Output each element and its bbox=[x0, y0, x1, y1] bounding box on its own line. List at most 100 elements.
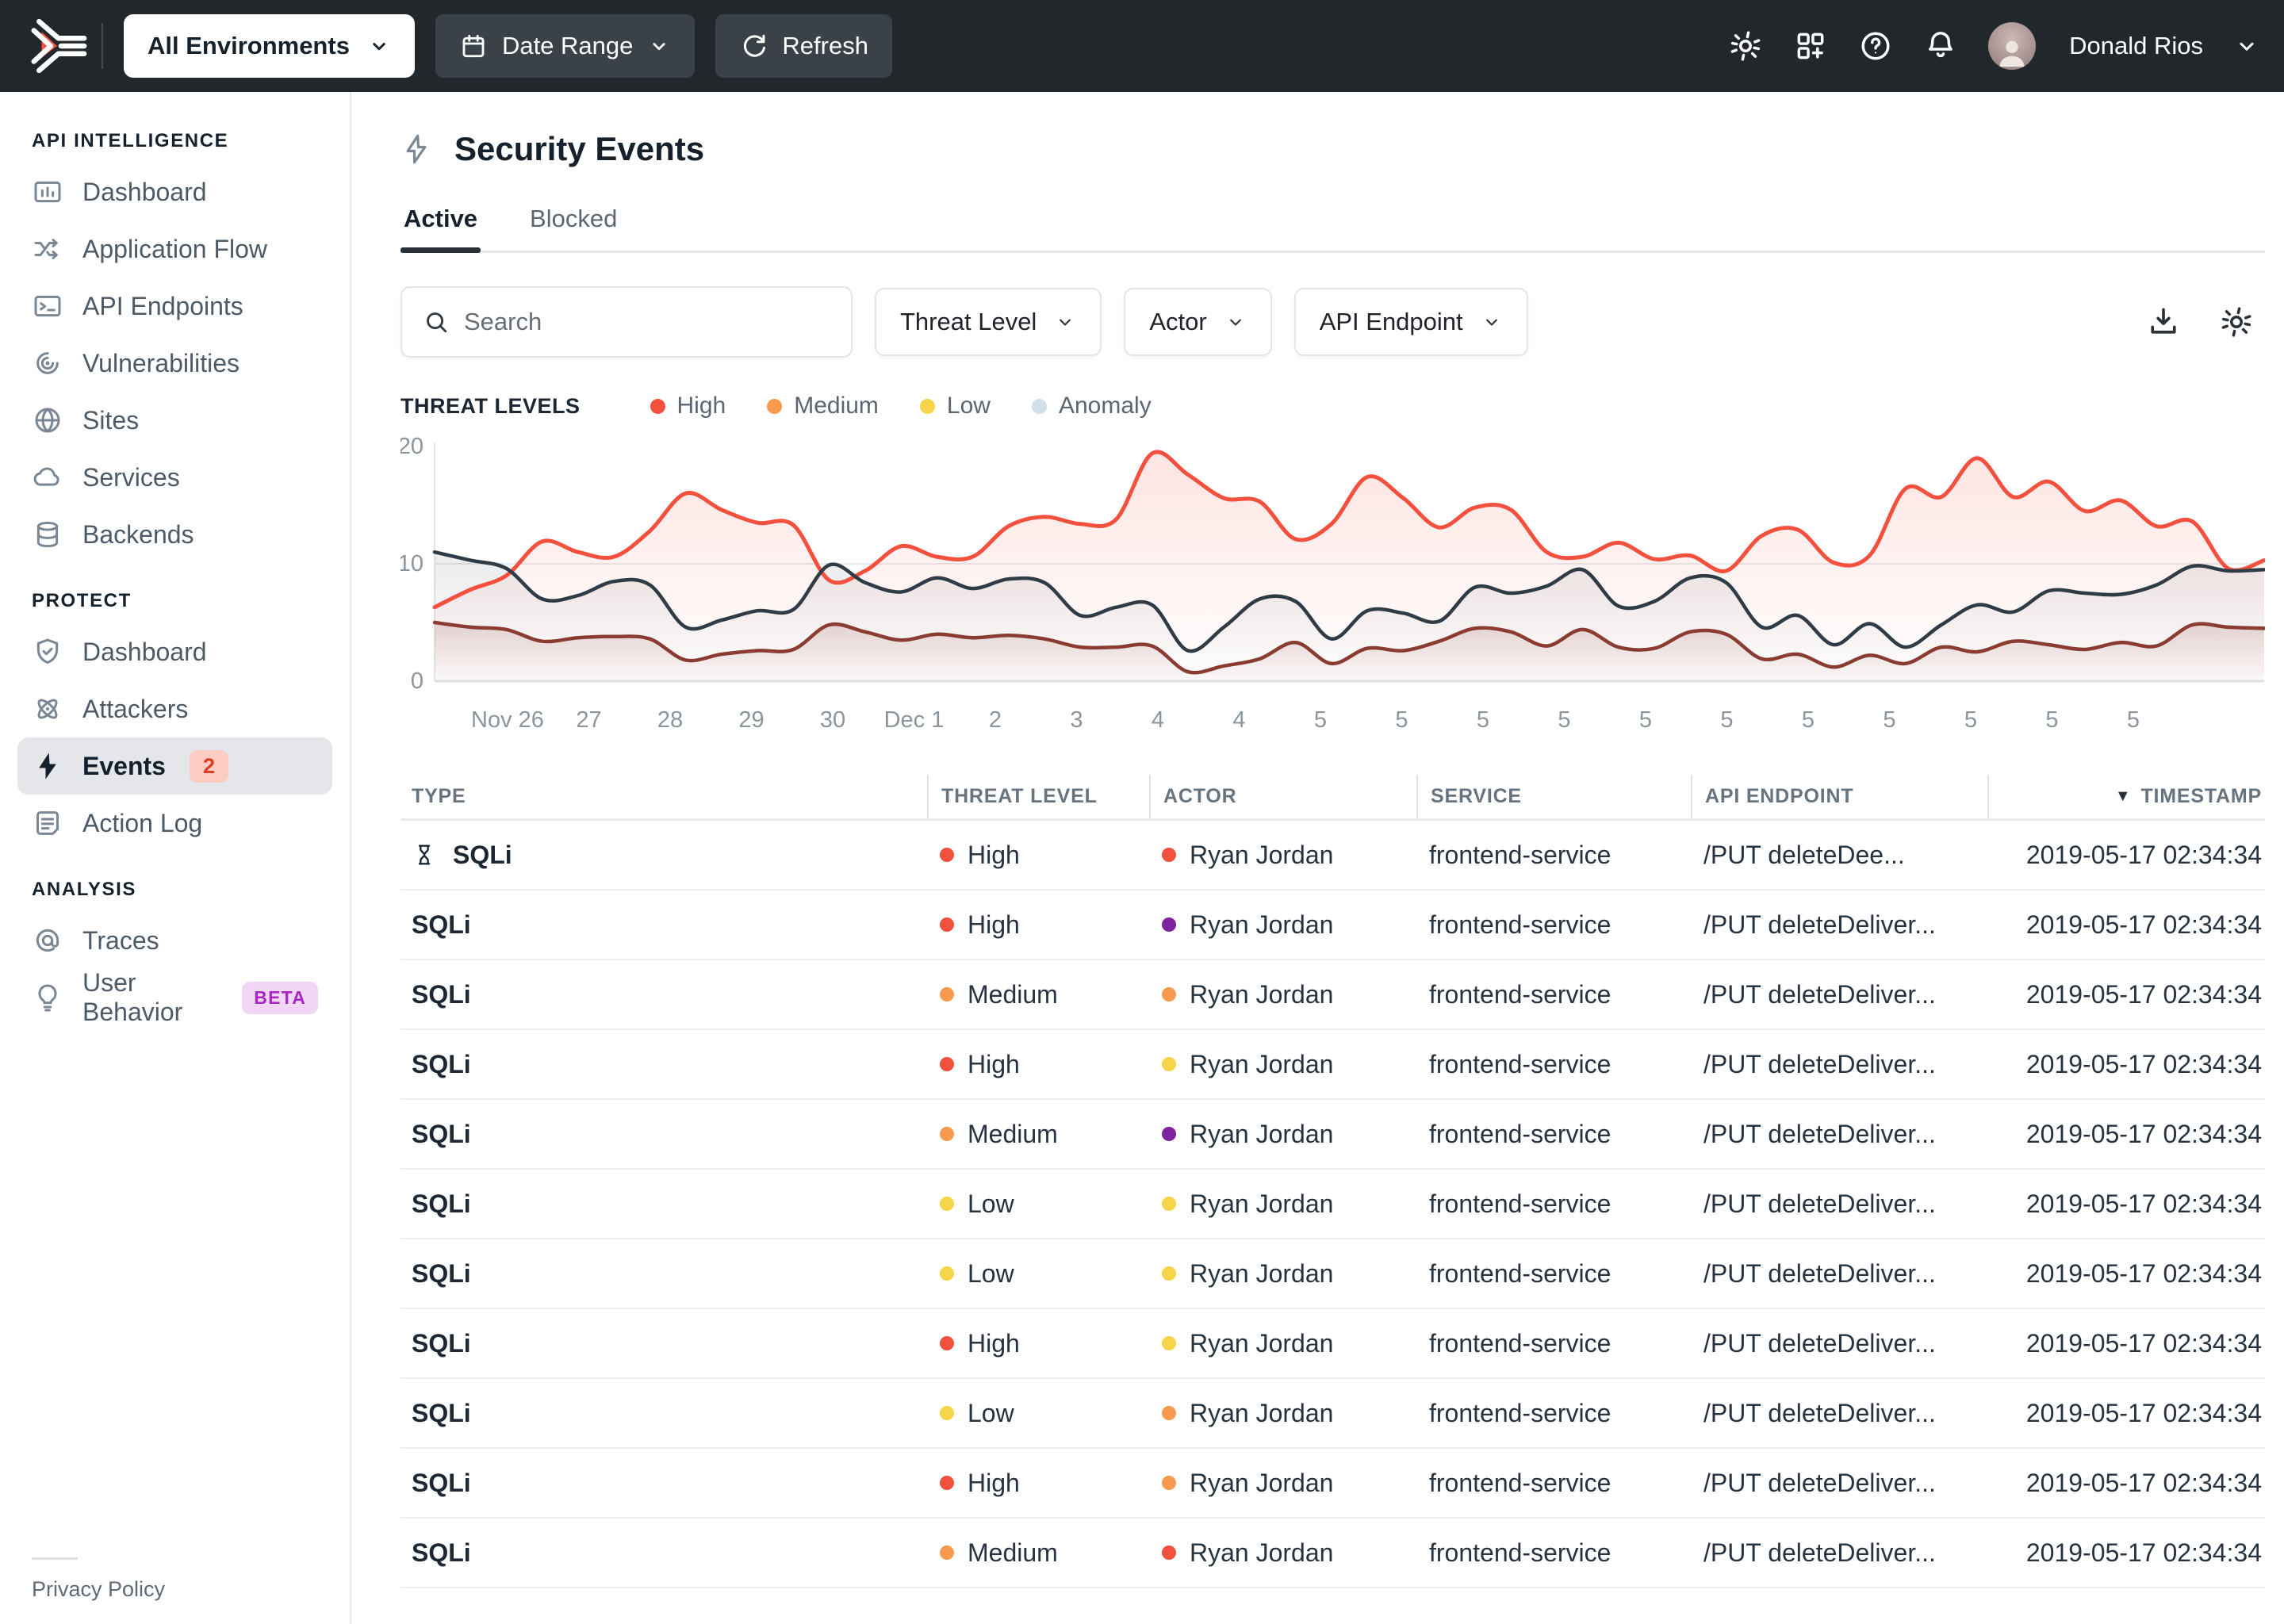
table-settings-gear-icon[interactable] bbox=[2219, 304, 2254, 339]
y-tick-label: 0 bbox=[411, 668, 423, 694]
refresh-button[interactable]: Refresh bbox=[715, 14, 892, 78]
settings-gear-icon[interactable] bbox=[1728, 29, 1763, 63]
legend-item-high: High bbox=[650, 393, 726, 419]
x-tick-label: Nov 26 bbox=[471, 707, 544, 733]
filter-dropdown-threat-level[interactable]: Threat Level bbox=[875, 288, 1102, 356]
cell-service: frontend-service bbox=[1416, 1329, 1691, 1358]
chevron-down-icon bbox=[647, 34, 671, 58]
column-header-api-endpoint[interactable]: API ENDPOINT bbox=[1691, 775, 1987, 818]
cell-actor: Ryan Jordan bbox=[1149, 1259, 1416, 1289]
actor-name: Ryan Jordan bbox=[1190, 1050, 1333, 1079]
tab-active[interactable]: Active bbox=[400, 205, 481, 251]
chart-svg: 01020Nov 2627282930Dec 1234455555555555 bbox=[400, 437, 2265, 760]
cell-actor: Ryan Jordan bbox=[1149, 1189, 1416, 1219]
x-tick-label: 3 bbox=[1070, 707, 1083, 733]
threat-levels-chart: 01020Nov 2627282930Dec 1234455555555555 bbox=[400, 437, 2265, 760]
column-header-threat-level[interactable]: THREAT LEVEL bbox=[927, 775, 1149, 818]
column-header-service[interactable]: SERVICE bbox=[1416, 775, 1691, 818]
sidebar-item-dashboard[interactable]: Dashboard bbox=[17, 163, 332, 220]
sidebar-item-application-flow[interactable]: Application Flow bbox=[17, 220, 332, 278]
download-icon[interactable] bbox=[2146, 304, 2181, 339]
column-header-timestamp[interactable]: ▼TIMESTAMP bbox=[1987, 775, 2265, 818]
notifications-bell-icon[interactable] bbox=[1923, 29, 1958, 63]
privacy-policy-link[interactable]: Privacy Policy bbox=[32, 1577, 165, 1601]
table-header: TYPETHREAT LEVELACTORSERVICEAPI ENDPOINT… bbox=[400, 775, 2265, 821]
cell-threat-level: High bbox=[927, 1050, 1149, 1079]
filter-dropdown-actor[interactable]: Actor bbox=[1124, 288, 1271, 356]
topbar-divider bbox=[102, 23, 103, 69]
column-header-type[interactable]: TYPE bbox=[400, 775, 927, 818]
sidebar-item-label: User Behavior bbox=[82, 968, 215, 1027]
actor-name: Ryan Jordan bbox=[1190, 1538, 1333, 1568]
date-range-button[interactable]: Date Range bbox=[435, 14, 695, 78]
environment-selector[interactable]: All Environments bbox=[124, 14, 415, 78]
cell-type: SQLi bbox=[400, 1469, 927, 1498]
cell-actor: Ryan Jordan bbox=[1149, 1329, 1416, 1358]
sidebar-item-traces[interactable]: Traces bbox=[17, 912, 332, 969]
threat-level-dot bbox=[940, 987, 954, 1002]
threat-level-label: Low bbox=[968, 1259, 1014, 1289]
sidebar-nav: API INTELLIGENCEDashboardApplication Flo… bbox=[17, 116, 332, 1053]
cell-timestamp: 2019-05-17 02:34:34 bbox=[1987, 1050, 2265, 1079]
sidebar-section-title: PROTECT bbox=[32, 590, 332, 612]
chevron-down-icon[interactable] bbox=[2233, 33, 2260, 59]
table-row[interactable]: SQLiLowRyan Jordanfrontend-service/PUT d… bbox=[400, 1170, 2265, 1239]
avatar[interactable] bbox=[1988, 22, 2036, 70]
x-tick-label: 5 bbox=[1314, 707, 1327, 733]
table-row[interactable]: SQLiHighRyan Jordanfrontend-service/PUT … bbox=[400, 1309, 2265, 1379]
events-count-badge: 2 bbox=[190, 750, 228, 783]
threat-level-dot bbox=[940, 1476, 954, 1490]
table-row[interactable]: SQLiHighRyan Jordanfrontend-service/PUT … bbox=[400, 1449, 2265, 1519]
x-tick-label: Dec 1 bbox=[884, 707, 945, 733]
table-row[interactable]: SQLiMediumRyan Jordanfrontend-service/PU… bbox=[400, 1100, 2265, 1170]
actor-dot bbox=[1162, 1057, 1176, 1071]
sidebar-item-services[interactable]: Services bbox=[17, 449, 332, 506]
table-row[interactable]: SQLiLowRyan Jordanfrontend-service/PUT d… bbox=[400, 1379, 2265, 1449]
cell-type: SQLi bbox=[400, 1399, 927, 1428]
sidebar-item-label: Dashboard bbox=[82, 178, 207, 207]
x-tick-label: 5 bbox=[1477, 707, 1489, 733]
column-header-actor[interactable]: ACTOR bbox=[1149, 775, 1416, 818]
search-box[interactable] bbox=[400, 286, 853, 358]
table-row[interactable]: SQLiHighRyan Jordanfrontend-service/PUT … bbox=[400, 821, 2265, 891]
apps-grid-plus-icon[interactable] bbox=[1793, 29, 1828, 63]
table-row[interactable]: SQLiHighRyan Jordanfrontend-service/PUT … bbox=[400, 1030, 2265, 1100]
tabs: Active Blocked bbox=[400, 205, 2265, 253]
sidebar-item-api-endpoints[interactable]: API Endpoints bbox=[17, 278, 332, 335]
cell-actor: Ryan Jordan bbox=[1149, 841, 1416, 870]
legend-title: THREAT LEVELS bbox=[400, 394, 581, 419]
cell-threat-level: Low bbox=[927, 1189, 1149, 1219]
actor-name: Ryan Jordan bbox=[1190, 980, 1333, 1009]
user-name[interactable]: Donald Rios bbox=[2069, 32, 2203, 60]
sidebar-item-backends[interactable]: Backends bbox=[17, 506, 332, 563]
table-row[interactable]: SQLiMediumRyan Jordanfrontend-service/PU… bbox=[400, 960, 2265, 1030]
sidebar-item-dashboard[interactable]: Dashboard bbox=[17, 623, 332, 680]
sidebar-item-vulnerabilities[interactable]: Vulnerabilities bbox=[17, 335, 332, 392]
cell-type: SQLi bbox=[400, 1329, 927, 1358]
sidebar-item-action-log[interactable]: Action Log bbox=[17, 795, 332, 852]
sidebar-section: API INTELLIGENCEDashboardApplication Flo… bbox=[17, 130, 332, 563]
filter-dropdown-api-endpoint[interactable]: API Endpoint bbox=[1294, 288, 1528, 356]
tab-blocked[interactable]: Blocked bbox=[527, 205, 620, 251]
actor-dot bbox=[1162, 1476, 1176, 1490]
threat-level-dot bbox=[940, 1336, 954, 1350]
cell-api-endpoint: /PUT deleteDeliver... bbox=[1691, 1469, 1987, 1498]
event-type-label: SQLi bbox=[412, 1329, 471, 1358]
table-row[interactable]: SQLiLowRyan Jordanfrontend-service/PUT d… bbox=[400, 1239, 2265, 1309]
event-type-label: SQLi bbox=[412, 1120, 471, 1149]
sidebar-item-events[interactable]: Events2 bbox=[17, 737, 332, 795]
help-icon[interactable] bbox=[1858, 29, 1893, 63]
cell-threat-level: High bbox=[927, 1329, 1149, 1358]
table-row[interactable]: SQLiMediumRyan Jordanfrontend-service/PU… bbox=[400, 1519, 2265, 1588]
cell-timestamp: 2019-05-17 02:34:34 bbox=[1987, 1538, 2265, 1568]
sidebar-item-user-behavior[interactable]: User BehaviorBETA bbox=[17, 969, 332, 1026]
cell-threat-level: Medium bbox=[927, 1538, 1149, 1568]
actor-dot bbox=[1162, 987, 1176, 1002]
sidebar-item-sites[interactable]: Sites bbox=[17, 392, 332, 449]
database-icon bbox=[32, 519, 63, 550]
search-input[interactable] bbox=[464, 308, 830, 336]
sidebar-item-attackers[interactable]: Attackers bbox=[17, 680, 332, 737]
legend-dot bbox=[650, 399, 665, 414]
table-row[interactable]: SQLiHighRyan Jordanfrontend-service/PUT … bbox=[400, 891, 2265, 960]
actor-name: Ryan Jordan bbox=[1190, 1259, 1333, 1289]
